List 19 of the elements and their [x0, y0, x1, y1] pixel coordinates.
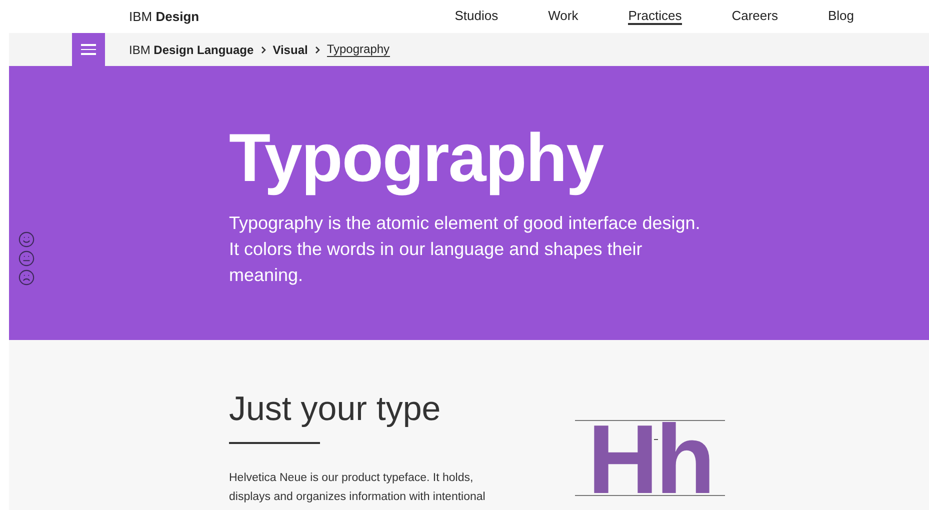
breadcrumb-link[interactable]: IBM Design Language — [129, 42, 254, 56]
site-logo[interactable]: IBM Design — [129, 6, 200, 26]
menu-button[interactable] — [72, 33, 105, 66]
section-text: Helvetica Neue is our product typeface. It holds, displays and organizes information with intentional — [229, 471, 486, 505]
section-title: Just your type — [229, 389, 442, 430]
nav-link[interactable]: Studios — [454, 8, 498, 25]
breadcrumb-link[interactable]: Typography — [326, 42, 390, 57]
chevron-icon — [260, 46, 266, 54]
nav-link[interactable]: Practices — [628, 8, 682, 25]
neutral-face-icon[interactable] — [18, 250, 35, 267]
nav-link[interactable]: Careers — [732, 8, 778, 25]
hero-title: Typography — [229, 119, 605, 198]
nav-link[interactable]: Work — [548, 8, 578, 25]
chevron-icon — [314, 46, 320, 54]
breadcrumb-link[interactable]: Visual — [272, 42, 308, 56]
hero-description: Typography is the atomic element of good interface design. It colors the words in our language and shapes their meaning. — [229, 212, 702, 287]
frown-icon[interactable] — [18, 269, 35, 286]
smile-icon[interactable] — [18, 231, 35, 248]
nav-link[interactable]: Blog — [828, 8, 854, 25]
